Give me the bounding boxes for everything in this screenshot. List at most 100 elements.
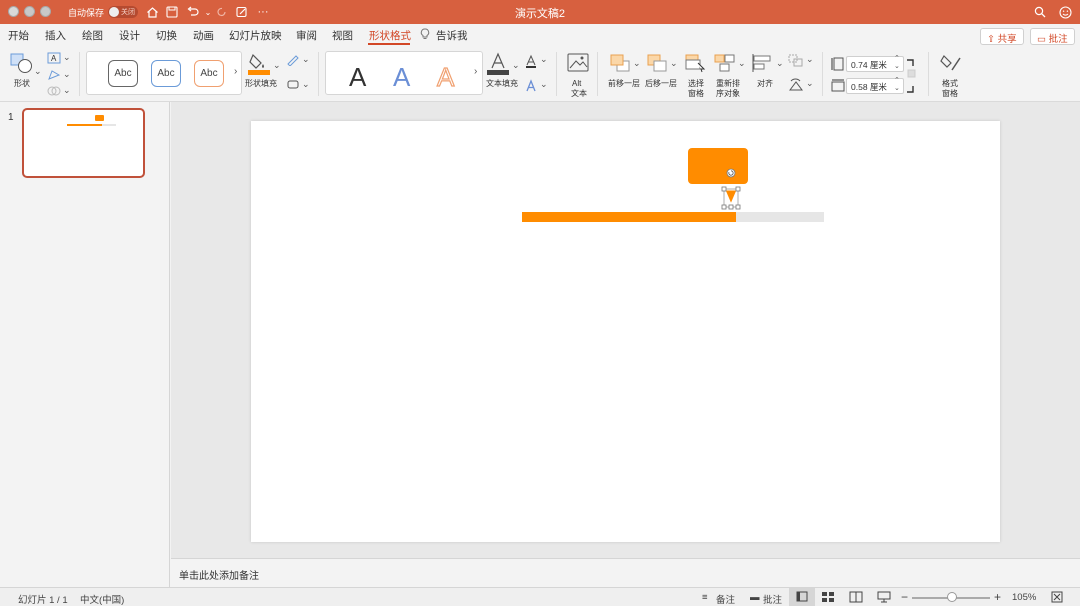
shapes-icon[interactable] (10, 52, 34, 77)
chevron-down-icon[interactable]: ⌄ (63, 85, 71, 96)
tab-home[interactable]: 开始 (8, 28, 29, 43)
zoom-in-button[interactable]: + (994, 590, 1001, 604)
comments-toggle-label[interactable]: 批注 (763, 592, 782, 606)
edit-shape-icon[interactable] (47, 69, 61, 84)
tab-transitions[interactable]: 切换 (156, 28, 177, 43)
ribbon-tabs: 开始 插入 绘图 设计 切换 动画 幻灯片放映 审阅 视图 形状格式 告诉我 (0, 24, 1080, 46)
lock-aspect-icon[interactable] (905, 58, 917, 97)
format-pane-label-2: 窗格 (942, 89, 958, 98)
notes-placeholder[interactable]: 单击此处添加备注 (179, 567, 259, 582)
tab-tell-me[interactable]: 告诉我 (436, 28, 468, 43)
wordart-style-2[interactable]: A (393, 62, 410, 93)
chevron-down-icon[interactable]: ⌄ (540, 54, 548, 65)
rotate-icon[interactable] (788, 78, 804, 95)
chevron-down-icon[interactable]: ⌄ (512, 60, 520, 71)
tab-design[interactable]: 设计 (119, 28, 140, 43)
zoom-out-button[interactable]: − (901, 590, 908, 604)
slideshow-view-icon[interactable] (876, 590, 892, 606)
shape-style-1[interactable]: Abc (108, 60, 138, 87)
group-objects-icon[interactable] (788, 54, 804, 71)
group-divider (597, 52, 598, 96)
group-divider (556, 52, 557, 96)
bring-forward-label: 前移一层 (608, 79, 640, 88)
zoom-level[interactable]: 105% (1012, 592, 1036, 603)
smiley-icon[interactable] (1057, 4, 1073, 20)
chevron-down-icon[interactable]: ⌄ (273, 60, 281, 71)
chevron-down-icon[interactable]: ⌄ (670, 58, 678, 69)
chevron-down-icon[interactable]: ⌄ (63, 52, 71, 63)
slide[interactable] (251, 121, 1000, 542)
search-icon[interactable] (1032, 4, 1048, 20)
selection-pane-icon[interactable] (684, 53, 706, 76)
reading-view-icon[interactable] (848, 590, 864, 606)
bring-forward-icon[interactable] (609, 53, 631, 76)
chevron-down-icon[interactable]: ⌄ (63, 69, 71, 80)
text-fill-icon[interactable] (486, 51, 510, 78)
language-indicator[interactable]: 中文(中国) (80, 592, 124, 606)
text-fill-label: 文本填充 (486, 79, 518, 88)
text-effects-icon[interactable] (524, 79, 538, 96)
format-pane-icon[interactable] (939, 52, 963, 77)
reorder-objects-icon[interactable] (713, 53, 737, 76)
slide-thumbnail[interactable] (22, 108, 145, 178)
tab-draw[interactable]: 绘图 (82, 28, 103, 43)
comments-button[interactable]: ▭ 批注 (1030, 28, 1075, 45)
tab-insert[interactable]: 插入 (45, 28, 66, 43)
normal-view-button[interactable] (789, 588, 815, 606)
gallery-more-icon[interactable]: › (234, 66, 237, 77)
width-stepper-icon[interactable]: ⌃ ⌄ (894, 76, 900, 92)
chevron-down-icon[interactable]: ⌄ (302, 79, 310, 90)
document-title: 演示文稿2 (514, 8, 566, 20)
shape-effects-icon[interactable] (286, 79, 300, 94)
shape-style-2[interactable]: Abc (151, 60, 181, 87)
share-button[interactable]: ⇪ 共享 (980, 28, 1024, 45)
title-bar: 自动保存 关闭 ⌄ ··· 演示文稿2 (0, 0, 1080, 24)
fit-to-window-icon[interactable] (1050, 590, 1064, 606)
shape-style-3[interactable]: Abc (194, 60, 224, 87)
text-outline-icon[interactable] (524, 54, 538, 71)
merge-shapes-icon[interactable] (47, 85, 61, 100)
reorder-label-2: 序对象 (716, 89, 740, 98)
tab-view[interactable]: 视图 (332, 28, 353, 43)
wordart-style-3[interactable]: A (436, 61, 455, 93)
align-icon[interactable] (751, 53, 775, 76)
slide-sorter-icon[interactable] (820, 590, 836, 606)
group-divider (318, 52, 319, 96)
height-stepper-icon[interactable]: ⌃ ⌄ (894, 54, 900, 70)
wordart-style-1[interactable]: A (349, 62, 366, 93)
chevron-down-icon[interactable]: ⌄ (738, 58, 746, 69)
tab-shape-format[interactable]: 形状格式 (369, 28, 411, 43)
gallery-more-icon[interactable]: › (474, 66, 477, 77)
send-backward-icon[interactable] (646, 53, 668, 76)
tab-review[interactable]: 审阅 (296, 28, 317, 43)
alt-text-icon[interactable] (567, 53, 589, 76)
chevron-down-icon[interactable]: ⌄ (633, 58, 641, 69)
text-box-icon[interactable]: A (47, 52, 61, 67)
notes-toggle-icon[interactable]: ≡ (702, 592, 708, 603)
paint-bucket-icon[interactable] (247, 51, 271, 78)
group-divider (928, 52, 929, 96)
tab-slideshow[interactable]: 幻灯片放映 (229, 28, 282, 43)
chevron-down-icon[interactable]: ⌄ (540, 79, 548, 90)
chevron-down-icon[interactable]: ⌄ (302, 54, 310, 65)
notes-pane[interactable]: 单击此处添加备注 (171, 558, 1080, 587)
lightbulb-icon (420, 28, 430, 43)
tab-animations[interactable]: 动画 (193, 28, 214, 43)
selection-handle (728, 204, 734, 210)
comments-label: 批注 (1048, 34, 1068, 45)
zoom-slider-handle[interactable] (947, 592, 957, 602)
shape-styles-gallery: Abc Abc Abc (86, 51, 242, 95)
height-icon (831, 57, 845, 74)
wordart-gallery: A A A (325, 51, 483, 95)
chevron-down-icon[interactable]: ⌄ (806, 78, 814, 89)
shape-fill-label: 形状填充 (245, 79, 277, 88)
chevron-down-icon[interactable]: ⌄ (776, 58, 784, 69)
notes-toggle-label[interactable]: 备注 (716, 592, 735, 606)
chevron-down-icon[interactable]: ⌄ (806, 54, 814, 65)
group-divider (822, 52, 823, 96)
comments-toggle-icon[interactable]: ▬ (750, 592, 760, 603)
chevron-down-icon[interactable]: ⌄ (34, 66, 42, 77)
reorder-label-1: 重新排 (716, 79, 740, 88)
format-pane-label-1: 格式 (942, 79, 958, 88)
shape-outline-icon[interactable] (286, 54, 300, 69)
